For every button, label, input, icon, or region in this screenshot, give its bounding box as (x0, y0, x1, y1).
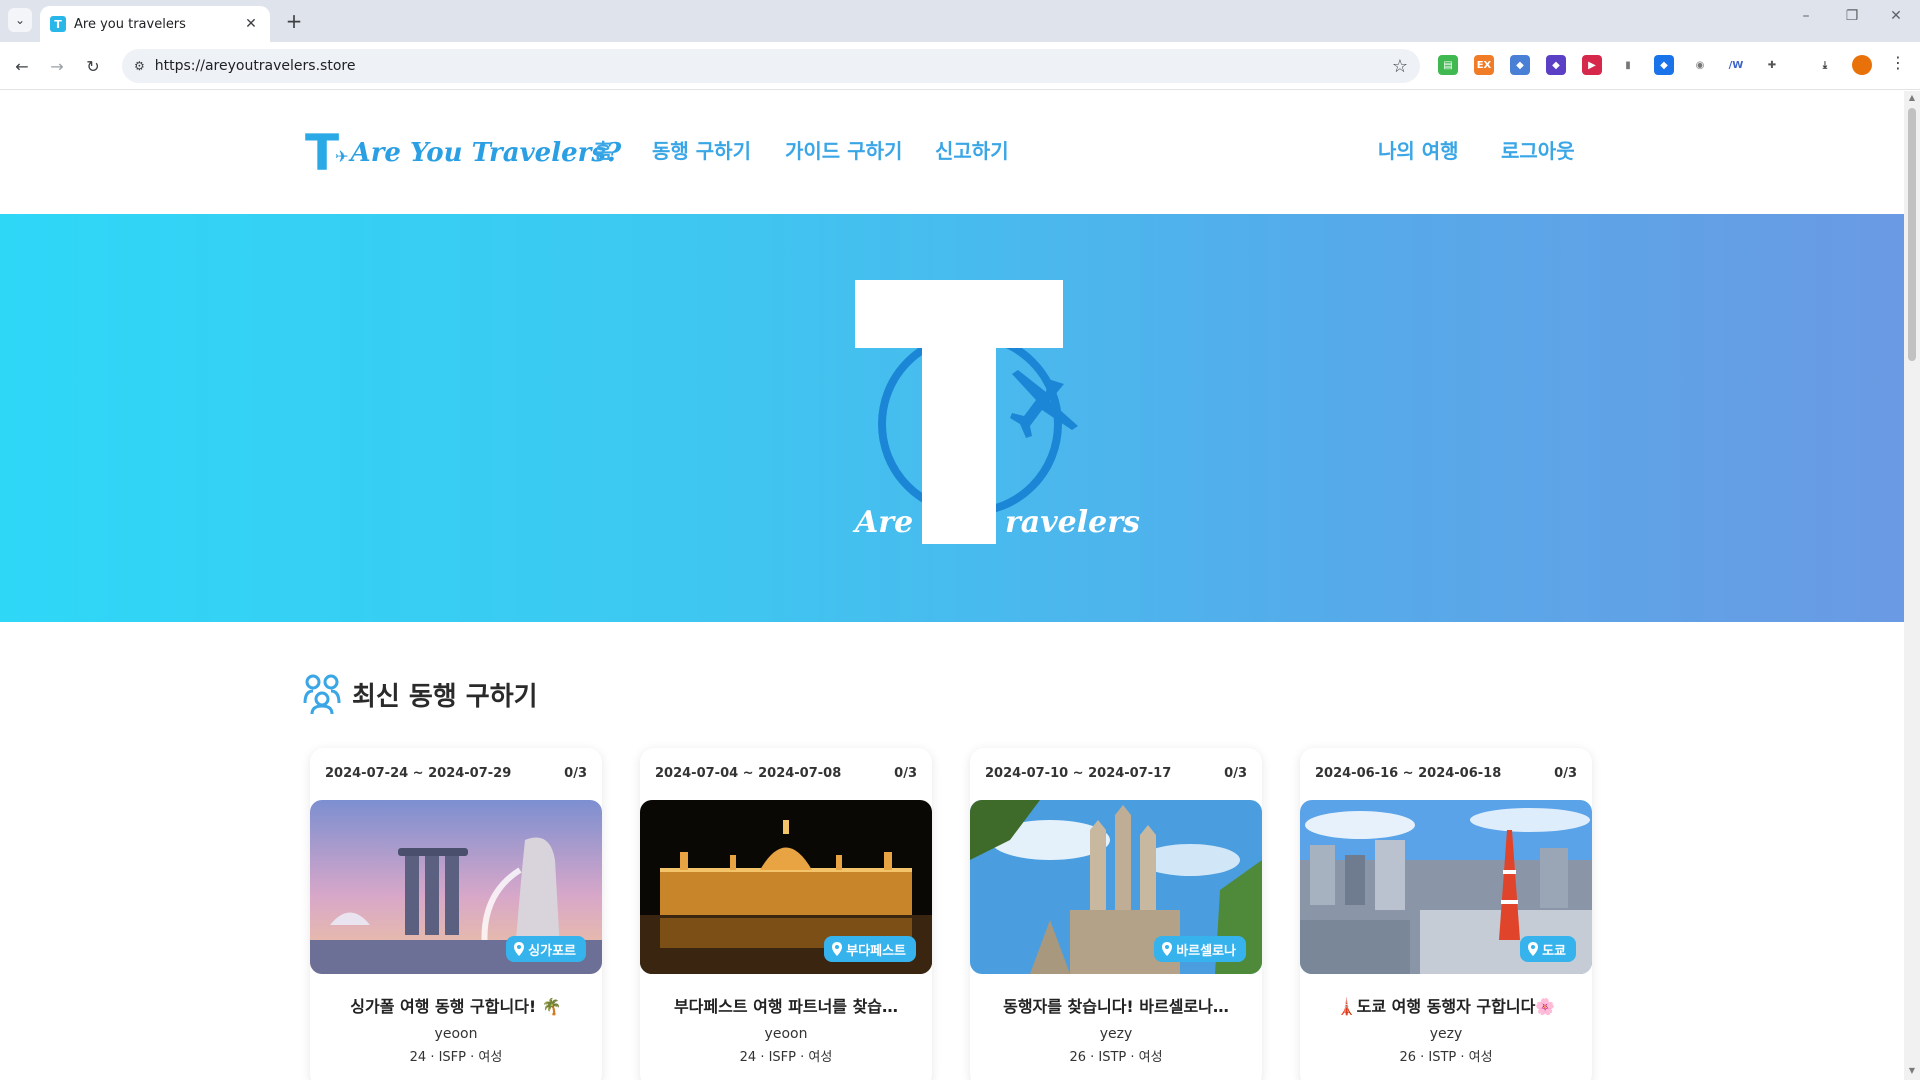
trip-card[interactable]: 2024-07-04 ~ 2024-07-08 0/3 부다페스트 부다페스트 … (640, 748, 932, 1080)
camera-icon[interactable]: ◉ (1690, 55, 1710, 75)
browser-tab[interactable]: T Are you travelers ✕ (40, 6, 270, 42)
card-dates: 2024-06-16 ~ 2024-06-18 (1315, 765, 1502, 781)
card-dates: 2024-07-24 ~ 2024-07-29 (325, 765, 512, 781)
page-scrollbar[interactable]: ▲ ▼ (1904, 91, 1920, 1080)
location-label: 싱가포르 (528, 943, 576, 959)
card-user-meta: 26 · ISTP · 여성 (1069, 1050, 1163, 1065)
card-header: 2024-07-04 ~ 2024-07-08 0/3 (640, 748, 932, 798)
card-user-meta: 24 · ISFP · 여성 (739, 1050, 833, 1065)
bookmark-star-icon[interactable]: ☆ (1392, 56, 1408, 77)
reload-icon[interactable]: ↻ (81, 54, 105, 78)
card-header: 2024-06-16 ~ 2024-06-18 0/3 (1300, 748, 1592, 798)
tab-search-button[interactable]: ⌄ (8, 8, 32, 32)
nav-report[interactable]: 신고하기 (935, 135, 1009, 164)
card-count: 0/3 (894, 765, 917, 781)
location-badge: 부다페스트 (824, 936, 916, 962)
favicon-icon: T (50, 16, 66, 32)
pin-icon (1162, 942, 1173, 956)
nav-my-trips[interactable]: 나의 여행 (1378, 135, 1459, 164)
download-icon[interactable]: ⤓ (1815, 55, 1835, 75)
nav-logout[interactable]: 로그아웃 (1501, 135, 1575, 164)
card-count: 0/3 (1554, 765, 1577, 781)
section-header: 최신 동행 구하기 (302, 673, 538, 715)
forward-icon[interactable]: → (45, 54, 69, 78)
site-info-icon[interactable]: ⚙ (134, 59, 145, 73)
nav-find-companion[interactable]: 동행 구하기 (652, 135, 751, 164)
restore-icon[interactable]: ❐ (1838, 8, 1866, 24)
site-logo[interactable]: T ✈ Are You Travelers? (305, 127, 621, 179)
scroll-up-icon[interactable]: ▲ (1908, 93, 1916, 102)
nav-home[interactable]: 홈 (594, 135, 612, 164)
card-count: 0/3 (1224, 765, 1247, 781)
trip-card[interactable]: 2024-06-16 ~ 2024-06-18 0/3 도쿄 🗼도쿄 여행 동행… (1300, 748, 1592, 1080)
trip-card[interactable]: 2024-07-10 ~ 2024-07-17 0/3 바르셀로나 동행자를 찾 (970, 748, 1262, 1080)
tokyo-photo: 도쿄 (1300, 800, 1592, 974)
tab-title: Are you travelers (74, 16, 186, 32)
card-dates: 2024-07-04 ~ 2024-07-08 (655, 765, 842, 781)
card-dates: 2024-07-10 ~ 2024-07-17 (985, 765, 1172, 781)
card-username: yeoon (434, 1026, 478, 1042)
location-badge: 바르셀로나 (1154, 936, 1246, 962)
window-close-icon[interactable]: ✕ (1882, 8, 1910, 24)
browser-toolbar: ← → ↻ ⚙ https://areyoutravelers.store ☆ … (0, 42, 1920, 90)
logo-text: Are You Travelers? (350, 138, 622, 168)
card-header: 2024-07-10 ~ 2024-07-17 0/3 (970, 748, 1262, 798)
budapest-photo: 부다페스트 (640, 800, 932, 974)
trip-card[interactable]: 2024-07-24 ~ 2024-07-29 0/3 싱가포르 싱가폴 여행 (310, 748, 602, 1080)
logo-letter: T (305, 124, 340, 182)
location-label: 도쿄 (1542, 943, 1566, 959)
card-count: 0/3 (564, 765, 587, 781)
address-bar[interactable]: ⚙ https://areyoutravelers.store ☆ (122, 49, 1420, 83)
pin-icon (514, 942, 525, 956)
location-label: 부다페스트 (846, 943, 906, 959)
page-viewport: T ✈ Are You Travelers? 홈 동행 구하기 가이드 구하기 … (0, 91, 1904, 1080)
card-title[interactable]: 부다페스트 여행 파트너를 찾습… (640, 993, 932, 1017)
group-icon (303, 674, 341, 715)
menu-icon[interactable]: ⋮ (1890, 53, 1906, 72)
section-title: 최신 동행 구하기 (352, 681, 538, 712)
card-title[interactable]: 싱가폴 여행 동행 구합니다! 🌴 (310, 993, 602, 1017)
extension-icon-5[interactable]: ▶ (1582, 55, 1602, 75)
barcelona-photo: 바르셀로나 (970, 800, 1262, 974)
card-user-meta: 26 · ISTP · 여성 (1399, 1050, 1493, 1065)
card-username: yezy (1099, 1026, 1133, 1042)
card-username: yeoon (764, 1026, 808, 1042)
new-tab-button[interactable]: + (282, 9, 306, 33)
pin-icon (1528, 942, 1539, 956)
hero-banner: Are you ravelers? (0, 214, 1904, 622)
scrollbar-thumb[interactable] (1908, 108, 1916, 361)
singapore-photo: 싱가포르 (310, 800, 602, 974)
location-label: 바르셀로나 (1176, 943, 1236, 959)
location-badge: 싱가포르 (506, 936, 586, 962)
card-user-meta: 24 · ISFP · 여성 (409, 1050, 503, 1065)
extension-icon-9[interactable]: /W (1726, 55, 1746, 75)
scroll-down-icon[interactable]: ▼ (1908, 1066, 1916, 1075)
nav-find-guide[interactable]: 가이드 구하기 (785, 135, 902, 164)
extension-icon-2[interactable]: EX (1474, 55, 1494, 75)
extension-icon-1[interactable]: ▤ (1438, 55, 1458, 75)
profile-avatar[interactable] (1852, 55, 1872, 75)
site-header: T ✈ Are You Travelers? 홈 동행 구하기 가이드 구하기 … (0, 91, 1904, 214)
card-title[interactable]: 🗼도쿄 여행 동행자 구합니다🌸 (1300, 993, 1592, 1017)
extension-icon-3[interactable]: ◆ (1510, 55, 1530, 75)
signal-icon[interactable]: ▮ (1618, 55, 1638, 75)
hero-tagline-left: Are you (852, 505, 983, 540)
shield-icon[interactable]: ◆ (1654, 55, 1674, 75)
minimize-icon[interactable]: – (1792, 8, 1820, 24)
card-title[interactable]: 동행자를 찾습니다! 바르셀로나… (970, 993, 1262, 1017)
tab-strip: ⌄ T Are you travelers ✕ + – ❐ ✕ (0, 0, 1920, 42)
hero-logo: Are you ravelers? (852, 280, 1140, 544)
plane-icon: ✈ (335, 146, 349, 166)
back-icon[interactable]: ← (10, 54, 34, 78)
card-header: 2024-07-24 ~ 2024-07-29 0/3 (310, 748, 602, 798)
chevron-down-icon: ⌄ (14, 13, 26, 27)
pin-icon (832, 942, 843, 956)
card-username: yezy (1429, 1026, 1463, 1042)
extension-icon-4[interactable]: ◆ (1546, 55, 1566, 75)
puzzle-icon[interactable]: ✚ (1762, 55, 1782, 75)
url-text[interactable]: https://areyoutravelers.store (155, 58, 1392, 74)
close-tab-icon[interactable]: ✕ (242, 16, 260, 32)
location-badge: 도쿄 (1520, 936, 1576, 962)
hero-tagline-right: ravelers? (1005, 505, 1140, 540)
